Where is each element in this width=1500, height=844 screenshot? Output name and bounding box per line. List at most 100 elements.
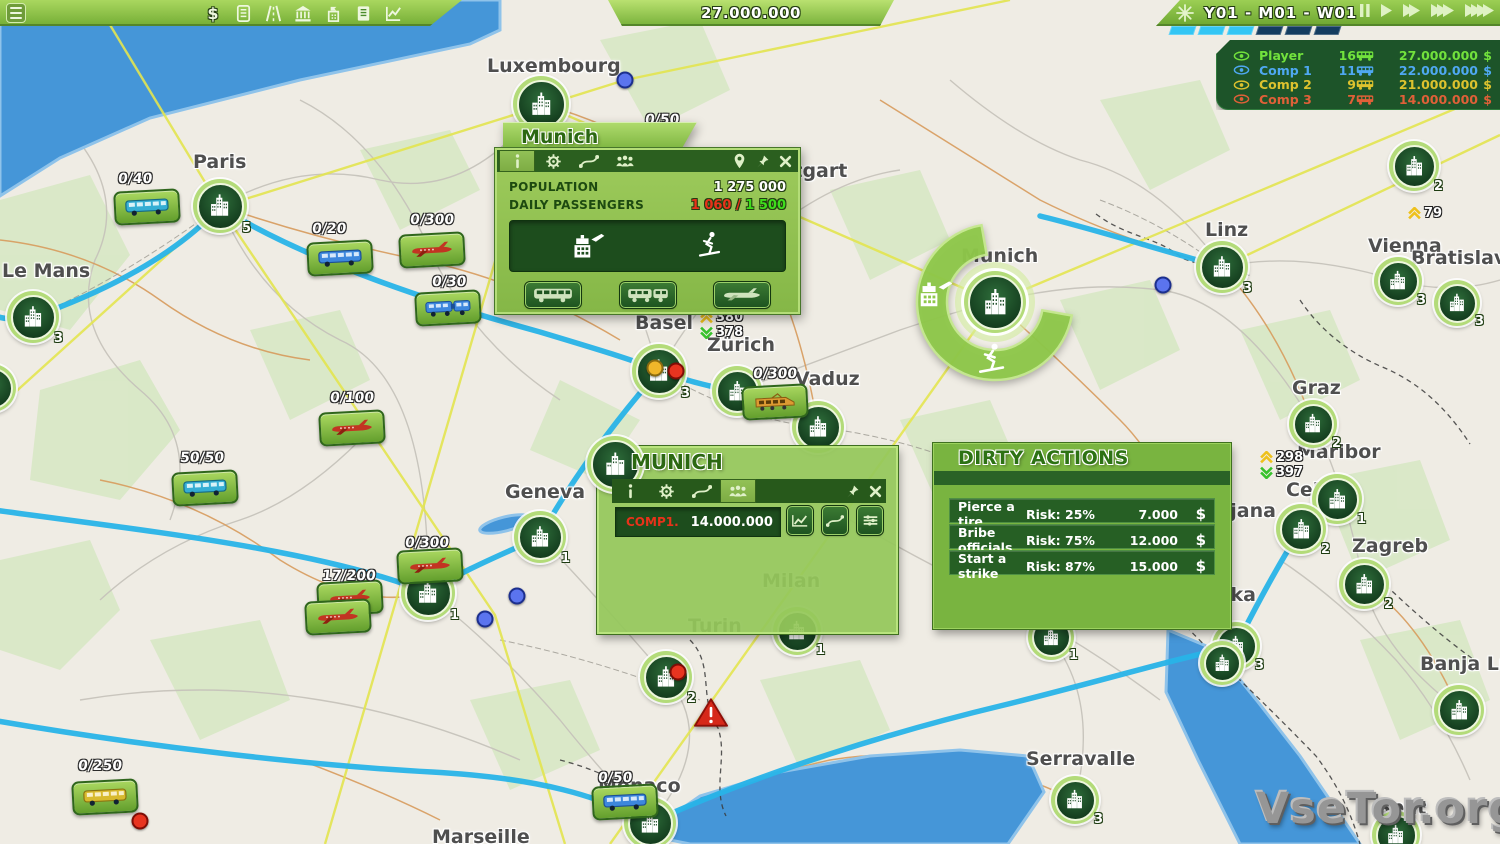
headquarters-icon[interactable] xyxy=(322,2,344,24)
menu-icon[interactable] xyxy=(6,3,26,23)
action-risk: Risk: 25% xyxy=(1026,507,1114,522)
vehicle-dot[interactable] xyxy=(670,664,687,681)
buy-coach-button[interactable] xyxy=(620,282,676,308)
vehicle-dot[interactable] xyxy=(668,363,685,380)
game-date: Y01 - M01 - W01 xyxy=(1204,4,1357,22)
competitor-value: 14.000.000 xyxy=(691,515,773,530)
bank-icon[interactable] xyxy=(292,2,314,24)
money-banner: 27.000.000 xyxy=(588,0,914,26)
company-name: Comp 2 xyxy=(1259,77,1326,92)
tab-competitors[interactable] xyxy=(720,479,756,503)
airport-feature-icon xyxy=(570,226,606,266)
currency-symbol: $ xyxy=(1178,557,1206,575)
tab-info[interactable] xyxy=(612,479,648,503)
faster-forward-button[interactable] xyxy=(1431,4,1454,17)
chart-line-icon xyxy=(791,513,809,528)
fast-forward-button[interactable] xyxy=(1403,4,1420,17)
window-title: Munich xyxy=(521,126,598,148)
daily-passengers-label: DAILY PASSENGERS xyxy=(509,198,644,212)
panel-divider xyxy=(934,471,1230,485)
week-progress-segment xyxy=(1314,26,1342,35)
week-progress xyxy=(1170,26,1340,35)
week-progress-segment xyxy=(1256,26,1284,35)
vehicle-dot[interactable] xyxy=(617,72,634,89)
statistics-icon[interactable] xyxy=(382,2,404,24)
reports-icon[interactable] xyxy=(232,2,254,24)
actions-list-button[interactable] xyxy=(857,506,883,535)
currency-symbol: $ xyxy=(1478,77,1492,92)
roads-icon[interactable] xyxy=(262,2,284,24)
company-money: 14.000.000 xyxy=(1382,92,1478,107)
main-toolbar: $ xyxy=(0,0,462,26)
tab-settings[interactable] xyxy=(648,479,684,503)
ski-resort-feature-icon xyxy=(693,228,725,264)
visibility-eye-icon[interactable] xyxy=(1233,64,1259,76)
competitor-value-bar[interactable]: COMP1. 14.000.000 xyxy=(615,507,781,537)
week-progress-segment xyxy=(1198,26,1226,35)
company-name: Player xyxy=(1259,48,1326,63)
window-title-tab[interactable]: Munich xyxy=(503,122,697,150)
dirty-action-row[interactable]: Bribe officials Risk: 75% 12.000 $ xyxy=(949,524,1215,549)
visibility-eye-icon[interactable] xyxy=(1233,79,1259,91)
route-icon xyxy=(579,154,599,169)
tab-competitors[interactable] xyxy=(607,150,643,172)
stats-chart-button[interactable] xyxy=(787,506,813,535)
speed-controls xyxy=(1360,4,1494,17)
window-tab-bar xyxy=(612,479,886,503)
competitor-name: COMP1. xyxy=(626,515,679,529)
close-icon[interactable] xyxy=(779,155,792,168)
dirty-action-row[interactable]: Pierce a tire Risk: 25% 7.000 $ xyxy=(949,498,1215,523)
action-cost: 12.000 xyxy=(1114,533,1178,548)
dirty-action-row[interactable]: Start a strike Risk: 87% 15.000 $ xyxy=(949,550,1215,575)
vehicle-dot[interactable] xyxy=(477,611,494,628)
standings-row[interactable]: Comp 1 11 22.000.000 $ xyxy=(1233,63,1492,78)
info-icon xyxy=(514,154,521,169)
standings-row[interactable]: Comp 3 7 14.000.000 $ xyxy=(1233,92,1492,107)
week-progress-segment xyxy=(1227,26,1255,35)
standings-row[interactable]: Player 16 27.000.000 $ xyxy=(1233,48,1492,63)
pin-window-icon[interactable] xyxy=(845,484,860,499)
play-button[interactable] xyxy=(1381,4,1392,17)
winter-season-icon xyxy=(1176,4,1194,22)
vehicle-dot[interactable] xyxy=(509,588,526,605)
company-vehicle-count: 16 xyxy=(1326,48,1356,63)
alert-warning-icon[interactable] xyxy=(694,697,728,728)
locate-pin-icon[interactable] xyxy=(733,153,746,169)
watermark: VseTor.org xyxy=(1256,784,1500,834)
routes-button[interactable] xyxy=(822,506,848,535)
visibility-eye-icon[interactable] xyxy=(1233,93,1259,105)
visibility-eye-icon[interactable] xyxy=(1233,50,1259,62)
standings-row[interactable]: Comp 2 9 21.000.000 $ xyxy=(1233,77,1492,92)
vehicle-dot[interactable] xyxy=(647,360,664,377)
window-tab-bar xyxy=(497,150,798,172)
munich-competitors-window: MUNICH COMP1. xyxy=(597,446,898,634)
info-icon xyxy=(627,484,634,499)
buy-bus-button[interactable] xyxy=(525,282,581,308)
buy-plane-button[interactable] xyxy=(714,282,770,308)
tab-routes[interactable] xyxy=(684,479,720,503)
window-title: MUNICH xyxy=(631,450,723,474)
contracts-icon[interactable] xyxy=(352,2,374,24)
company-vehicle-count: 11 xyxy=(1326,63,1356,78)
tab-routes[interactable] xyxy=(571,150,607,172)
vehicle-dot[interactable] xyxy=(1155,277,1172,294)
gear-icon xyxy=(545,153,562,170)
currency-symbol: $ xyxy=(1478,48,1492,63)
tab-settings[interactable] xyxy=(535,150,571,172)
bus-icon xyxy=(1356,93,1382,106)
fastest-forward-button[interactable] xyxy=(1465,4,1494,17)
pin-window-icon[interactable] xyxy=(755,154,770,169)
vehicle-dot[interactable] xyxy=(132,813,149,830)
finances-icon[interactable]: $ xyxy=(202,2,224,24)
city-features-box xyxy=(509,220,786,272)
tab-info[interactable] xyxy=(499,150,535,172)
panel-title: DIRTY ACTIONS xyxy=(958,447,1129,469)
close-icon[interactable] xyxy=(869,485,882,498)
pause-button[interactable] xyxy=(1360,4,1370,17)
week-progress-segment xyxy=(1169,26,1197,35)
action-risk: Risk: 75% xyxy=(1026,533,1114,548)
standings-panel: Player 16 27.000.000 $ Comp 1 11 xyxy=(1216,40,1500,110)
company-vehicle-count: 9 xyxy=(1326,77,1356,92)
bus-icon xyxy=(1356,78,1382,91)
plane-icon xyxy=(720,286,764,304)
